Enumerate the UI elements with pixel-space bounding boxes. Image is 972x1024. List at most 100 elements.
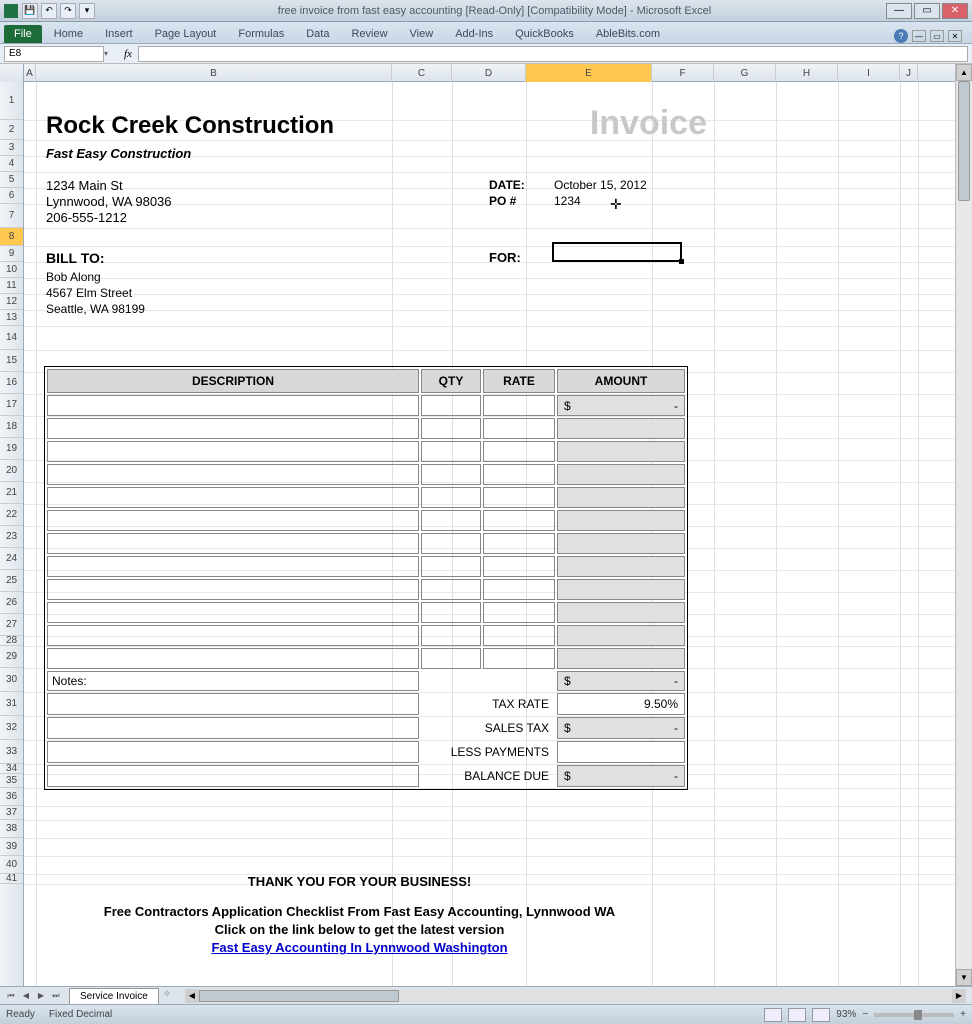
zoom-out-icon[interactable]: − [862,1009,868,1020]
tab-addins[interactable]: Add-Ins [445,25,503,43]
row-header-35[interactable]: 35 [0,774,23,788]
qty-cell[interactable] [421,418,481,439]
qty-cell[interactable] [421,625,481,646]
tab-quickbooks[interactable]: QuickBooks [505,25,584,43]
zoom-in-icon[interactable]: + [960,1009,966,1020]
qty-cell[interactable] [421,441,481,462]
row-header-36[interactable]: 36 [0,788,23,806]
rate-cell[interactable] [483,487,555,508]
row-header-20[interactable]: 20 [0,460,23,482]
row-header-14[interactable]: 14 [0,326,23,350]
row-header-41[interactable]: 41 [0,874,23,884]
qty-cell[interactable] [421,510,481,531]
row-header-19[interactable]: 19 [0,438,23,460]
rate-cell[interactable] [483,648,555,669]
desc-cell[interactable] [47,602,419,623]
row-header-10[interactable]: 10 [0,262,23,278]
undo-icon[interactable]: ↶ [41,3,57,19]
active-cell-selection[interactable] [552,242,682,262]
desc-cell[interactable] [47,418,419,439]
row-header-28[interactable]: 28 [0,636,23,646]
row-header-39[interactable]: 39 [0,838,23,856]
name-box[interactable]: E8 [4,46,104,62]
rate-cell[interactable] [483,510,555,531]
qty-cell[interactable] [421,602,481,623]
rate-cell[interactable] [483,602,555,623]
notes-line-3[interactable] [47,741,419,763]
qty-cell[interactable] [421,487,481,508]
redo-icon[interactable]: ↷ [60,3,76,19]
desc-cell[interactable] [47,510,419,531]
row-header-5[interactable]: 5 [0,172,23,188]
column-header-B[interactable]: B [36,64,392,82]
close-button[interactable]: ✕ [942,3,968,19]
scroll-right-icon[interactable]: ▶ [952,989,966,1003]
rate-cell[interactable] [483,533,555,554]
row-header-11[interactable]: 11 [0,278,23,294]
normal-view-icon[interactable] [764,1008,782,1022]
qty-cell[interactable] [421,395,481,416]
tab-last-icon[interactable]: ⏭ [49,989,63,1003]
notes-line-4[interactable] [47,765,419,787]
row-header-26[interactable]: 26 [0,592,23,614]
notes-line-1[interactable] [47,693,419,715]
row-header-34[interactable]: 34 [0,764,23,774]
page-break-view-icon[interactable] [812,1008,830,1022]
rate-cell[interactable] [483,441,555,462]
ribbon-minimize-icon[interactable]: — [912,30,926,42]
column-header-H[interactable]: H [776,64,838,82]
rate-cell[interactable] [483,464,555,485]
qty-cell[interactable] [421,533,481,554]
tab-next-icon[interactable]: ▶ [34,989,48,1003]
desc-cell[interactable] [47,533,419,554]
row-header-21[interactable]: 21 [0,482,23,504]
worksheet-grid[interactable]: Rock Creek Construction Invoice Fast Eas… [24,82,955,986]
row-header-16[interactable]: 16 [0,372,23,394]
row-header-9[interactable]: 9 [0,246,23,262]
column-header-I[interactable]: I [838,64,900,82]
row-header-33[interactable]: 33 [0,740,23,764]
formula-bar[interactable] [138,46,968,62]
tab-review[interactable]: Review [341,25,397,43]
horizontal-scrollbar[interactable]: ◀ ▶ [185,989,966,1003]
row-header-27[interactable]: 27 [0,614,23,636]
qty-cell[interactable] [421,556,481,577]
notes-line-2[interactable] [47,717,419,739]
select-all-corner[interactable] [0,64,24,82]
row-header-15[interactable]: 15 [0,350,23,372]
row-header-3[interactable]: 3 [0,140,23,156]
column-header-D[interactable]: D [452,64,526,82]
tab-formulas[interactable]: Formulas [228,25,294,43]
row-header-30[interactable]: 30 [0,668,23,692]
row-header-31[interactable]: 31 [0,692,23,716]
desc-cell[interactable] [47,464,419,485]
column-header-G[interactable]: G [714,64,776,82]
row-header-24[interactable]: 24 [0,548,23,570]
row-header-2[interactable]: 2 [0,120,23,140]
desc-cell[interactable] [47,648,419,669]
row-header-37[interactable]: 37 [0,806,23,820]
qty-cell[interactable] [421,579,481,600]
tab-home[interactable]: Home [44,25,93,43]
rate-cell[interactable] [483,418,555,439]
row-header-25[interactable]: 25 [0,570,23,592]
rate-cell[interactable] [483,625,555,646]
rate-cell[interactable] [483,395,555,416]
maximize-button[interactable]: ▭ [914,3,940,19]
row-header-7[interactable]: 7 [0,204,23,228]
row-header-22[interactable]: 22 [0,504,23,526]
column-header-E[interactable]: E [526,64,652,82]
scroll-left-icon[interactable]: ◀ [185,989,199,1003]
row-header-13[interactable]: 13 [0,310,23,326]
desc-cell[interactable] [47,556,419,577]
tab-prev-icon[interactable]: ◀ [19,989,33,1003]
row-header-12[interactable]: 12 [0,294,23,310]
desc-cell[interactable] [47,625,419,646]
row-header-32[interactable]: 32 [0,716,23,740]
row-header-1[interactable]: 1 [0,82,23,120]
save-icon[interactable]: 💾 [22,3,38,19]
desc-cell[interactable] [47,487,419,508]
sheet-tab-active[interactable]: Service Invoice [69,988,159,1004]
qat-more-icon[interactable]: ▾ [79,3,95,19]
tab-data[interactable]: Data [296,25,339,43]
